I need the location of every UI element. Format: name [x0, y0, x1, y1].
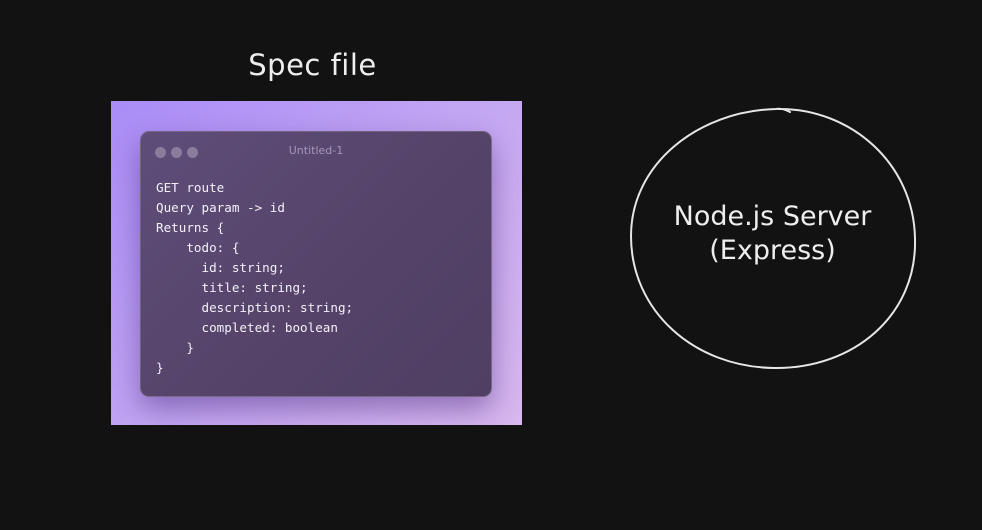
- code-line: description: string;: [156, 300, 354, 315]
- window-title: Untitled-1: [288, 144, 344, 157]
- code-line: todo: {: [156, 240, 240, 255]
- code-line: Query param -> id: [156, 200, 285, 215]
- spec-file-caption: Spec file: [248, 48, 377, 82]
- server-label-line-1: Node.js Server: [673, 201, 872, 232]
- code-line: title: string;: [156, 280, 308, 295]
- server-label: Node.js Server (Express): [630, 200, 915, 268]
- spec-code-block: GET route Query param -> id Returns { to…: [156, 178, 353, 378]
- code-editor-window: Untitled-1 GET route Query param -> id R…: [140, 131, 492, 397]
- code-line: id: string;: [156, 260, 285, 275]
- spec-file-screenshot: Untitled-1 GET route Query param -> id R…: [111, 101, 522, 425]
- code-line: }: [156, 360, 164, 375]
- code-line: GET route: [156, 180, 225, 195]
- server-label-line-2: (Express): [709, 235, 836, 266]
- code-line: }: [156, 340, 194, 355]
- code-line: completed: boolean: [156, 320, 338, 335]
- code-line: Returns {: [156, 220, 225, 235]
